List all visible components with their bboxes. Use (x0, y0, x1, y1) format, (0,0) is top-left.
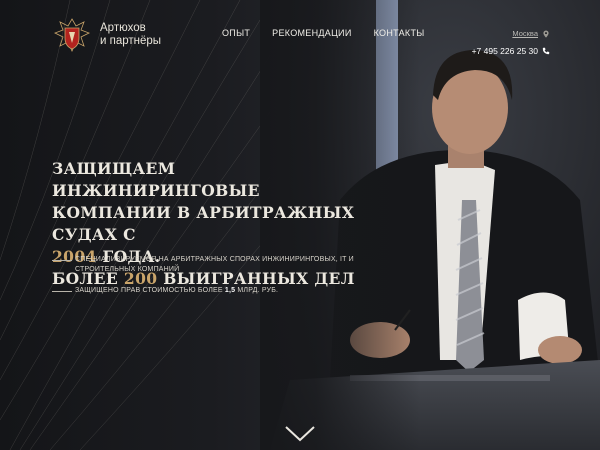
phone-link[interactable]: +7 495 226 25 30 (472, 46, 550, 56)
hero-bullets: СПЕЦИАЛИЗИРУЕМСЯ НА АРБИТРАЖНЫХ СПОРАХ И… (52, 255, 362, 307)
bullet-2-value: 1,5 (224, 287, 236, 294)
bullet-dash (52, 291, 72, 292)
headline-line-1: ЗАЩИЩАЕМ ИНЖИНИРИНГОВЫЕ (52, 159, 260, 200)
location-pin-icon (543, 30, 549, 38)
bullet-item: ЗАЩИЩЕНО ПРАВ СТОИМОСТЬЮ БОЛЕЕ 1,5 МЛРД.… (52, 286, 362, 296)
contact-block: Москва +7 495 226 25 30 (472, 23, 550, 59)
hero-section: Артюхов и партнёры ОПЫТ РЕКОМЕНДАЦИИ КОН… (0, 0, 600, 450)
brand-name[interactable]: Артюхов и партнёры (100, 22, 161, 48)
nav-recommendations[interactable]: РЕКОМЕНДАЦИИ (272, 28, 351, 38)
brand-line-2: и партнёры (100, 35, 162, 47)
bullet-2-suffix: МЛРД. РУБ. (235, 287, 279, 294)
phone-number: +7 495 226 25 30 (471, 46, 538, 56)
city-selector[interactable]: Москва (512, 29, 550, 38)
bullet-item: СПЕЦИАЛИЗИРУЕМСЯ НА АРБИТРАЖНЫХ СПОРАХ И… (52, 255, 362, 275)
city-label: Москва (512, 29, 538, 38)
phone-icon (542, 47, 550, 55)
bullet-dash (52, 260, 72, 261)
chevron-down-icon[interactable] (284, 424, 316, 444)
nav-experience[interactable]: ОПЫТ (222, 28, 250, 38)
brand-line-1: Артюхов (100, 22, 146, 34)
bullet-2-prefix: ЗАЩИЩЕНО ПРАВ СТОИМОСТЬЮ БОЛЕЕ (75, 287, 225, 294)
bullet-text-protected: ЗАЩИЩЕНО ПРАВ СТОИМОСТЬЮ БОЛЕЕ 1,5 МЛРД.… (75, 286, 278, 296)
main-nav: ОПЫТ РЕКОМЕНДАЦИИ КОНТАКТЫ (222, 28, 425, 38)
nav-contacts[interactable]: КОНТАКТЫ (374, 28, 425, 38)
headline-line-2: КОМПАНИИ В АРБИТРАЖНЫХ СУДАХ С (52, 203, 355, 244)
bullet-text-specialization: СПЕЦИАЛИЗИРУЕМСЯ НА АРБИТРАЖНЫХ СПОРАХ И… (75, 256, 354, 273)
crest-logo-icon[interactable] (52, 16, 92, 54)
